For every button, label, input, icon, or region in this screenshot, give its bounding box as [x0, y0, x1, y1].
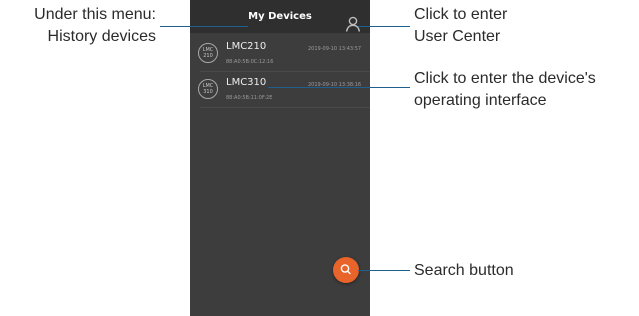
row-divider — [200, 107, 370, 108]
device-name: LMC210 — [226, 41, 267, 52]
device-mac: 88:A0:5B:0C:12:16 — [226, 59, 274, 65]
phone-screen: My Devices LMC 210 LMC210 88:A0:5B:0C:12… — [190, 0, 370, 316]
device-row[interactable]: LMC 210 LMC210 88:A0:5B:0C:12:16 2019-09… — [190, 38, 370, 72]
annotation-search-button: Search button — [414, 260, 634, 282]
device-icon-line2: 310 — [203, 89, 213, 95]
annotation-device-line2: operating interface — [414, 92, 547, 109]
annotation-history-devices: Under this menu: History devices — [0, 4, 156, 48]
search-button[interactable] — [333, 257, 359, 283]
annotation-pointer-device — [268, 87, 410, 88]
page-title: My Devices — [248, 11, 312, 22]
device-icon: LMC 210 — [198, 43, 218, 63]
annotation-device-interface: Click to enter the device's operating in… — [414, 68, 639, 112]
annotation-search-line: Search button — [414, 262, 514, 279]
device-icon-line2: 210 — [203, 53, 213, 59]
annotation-device-line1: Click to enter the device's — [414, 70, 596, 87]
annotation-pointer-user-center — [358, 26, 410, 27]
user-icon[interactable] — [345, 16, 361, 32]
row-divider — [200, 71, 370, 72]
annotation-history-line2: History devices — [47, 28, 156, 45]
device-timestamp: 2019-09-10 13:43:57 — [308, 46, 362, 52]
annotation-user-center-line1: Click to enter — [414, 6, 508, 23]
device-row[interactable]: LMC 310 LMC310 88:A0:5B:11:0F:2E 2019-09… — [190, 74, 370, 108]
device-name: LMC310 — [226, 77, 267, 88]
annotation-pointer-search — [358, 270, 410, 271]
annotation-user-center-line2: User Center — [414, 28, 501, 45]
search-icon — [340, 264, 351, 275]
annotation-pointer-history — [160, 26, 248, 27]
annotation-user-center: Click to enter User Center — [414, 4, 634, 48]
annotation-history-line1: Under this menu: — [34, 6, 156, 23]
device-icon: LMC 310 — [198, 79, 218, 99]
device-mac: 88:A0:5B:11:0F:2E — [226, 95, 273, 101]
